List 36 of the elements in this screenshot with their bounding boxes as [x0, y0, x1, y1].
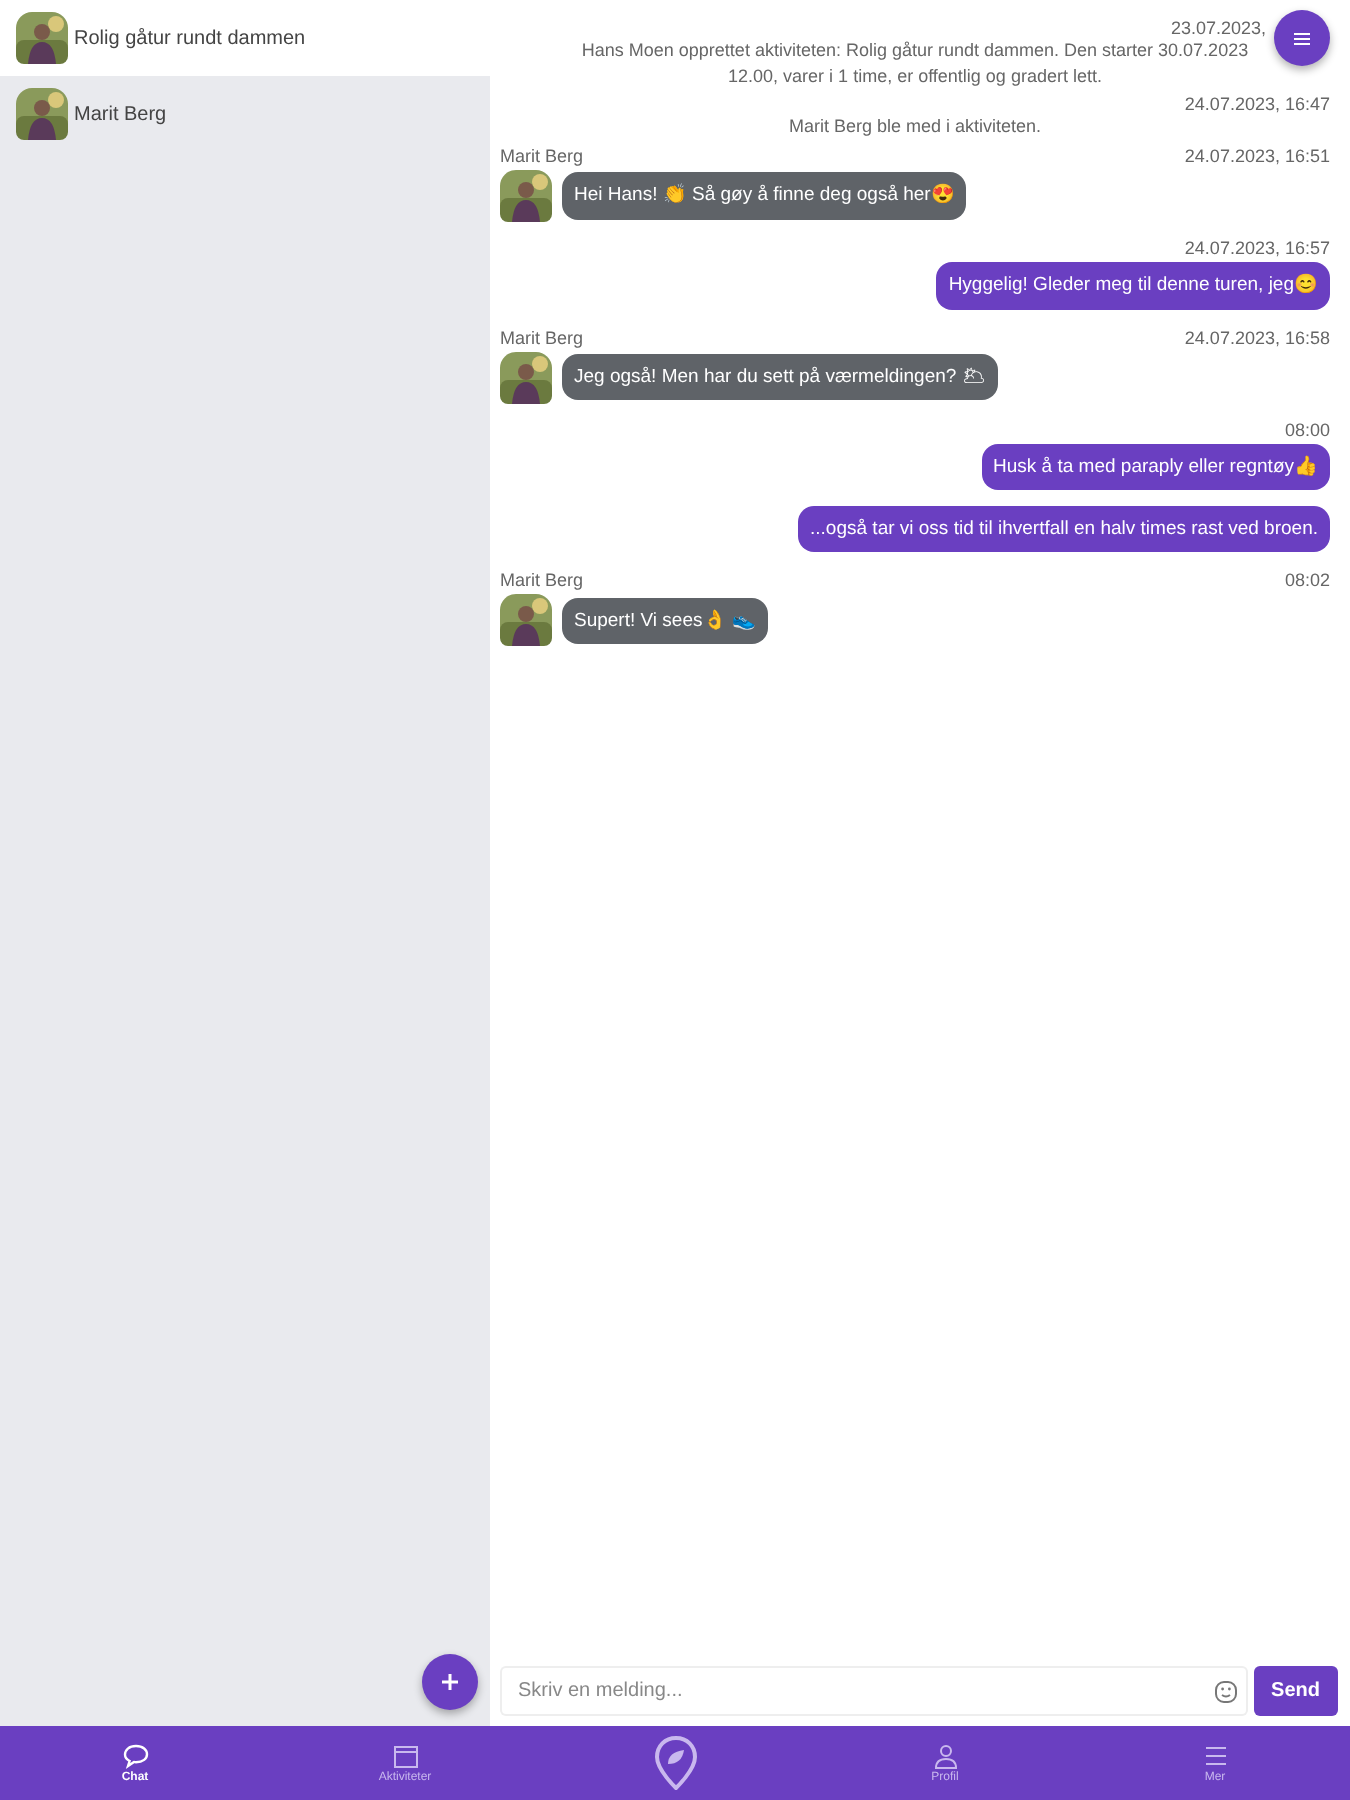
timestamp: 24.07.2023, 16:58	[1184, 327, 1330, 348]
plus-icon	[440, 1672, 460, 1692]
system-message: Marit Berg ble med i aktiviteten.	[786, 114, 1044, 141]
message-bubble: ...også tar vi oss tid til ihvertfall en halv times rast ved broen.	[798, 505, 1330, 553]
timestamp: 08:00	[1282, 419, 1330, 440]
system-message: Hans Moen opprettet aktiviteten: Rolig gåtur rundt dammen. Den starter 30.07.2023 12.00, varer i 1 time, er offentlig og gradert lett.	[579, 38, 1251, 91]
timestamp: 24.07.2023, 16:51	[1184, 146, 1330, 167]
message-bubble: Jeg også! Men har du sett på værmeldingen? 🌥	[562, 353, 998, 401]
chat-title: Marit Berg	[74, 103, 167, 125]
chat-list-item[interactable]: Rolig gåtur rundt dammen	[0, 0, 490, 76]
menu-icon	[1294, 31, 1310, 45]
menu-button[interactable]	[1274, 10, 1330, 66]
send-button[interactable]: Send	[1253, 1666, 1338, 1716]
avatar	[500, 170, 552, 223]
menu-icon	[1201, 1742, 1229, 1770]
timestamp: 08:02	[1284, 570, 1330, 591]
timestamp: 24.07.2023, 16:57	[1182, 238, 1330, 259]
timestamp: 24.07.2023, 16:47	[1182, 94, 1330, 115]
sender-name: Marit Berg	[500, 146, 584, 167]
map-pin-icon	[653, 1736, 697, 1790]
avatar	[16, 88, 68, 140]
message-bubble: Supert! Vi sees👌 👟	[562, 597, 768, 644]
avatar	[500, 351, 552, 404]
message-bubble: Hyggelig! Gleder meg til denne turen, jeg😊	[936, 262, 1330, 310]
sender-name: Marit Berg	[500, 570, 584, 591]
message-bubble: Husk å ta med paraply eller regntøy👍	[981, 443, 1330, 490]
chat-bubble-icon	[121, 1742, 149, 1770]
avatar	[500, 594, 552, 647]
message-bubble: Hei Hans! 👏 Så gøy å finne deg også her😍	[562, 172, 967, 220]
chat-title: Rolig gåtur rundt dammen	[74, 27, 306, 49]
calendar-icon	[391, 1742, 419, 1770]
person-icon	[931, 1742, 959, 1770]
sender-name: Marit Berg	[500, 327, 584, 348]
avatar	[16, 12, 68, 64]
add-button[interactable]	[422, 1654, 478, 1710]
timestamp: 23.07.2023,	[1168, 18, 1266, 38]
